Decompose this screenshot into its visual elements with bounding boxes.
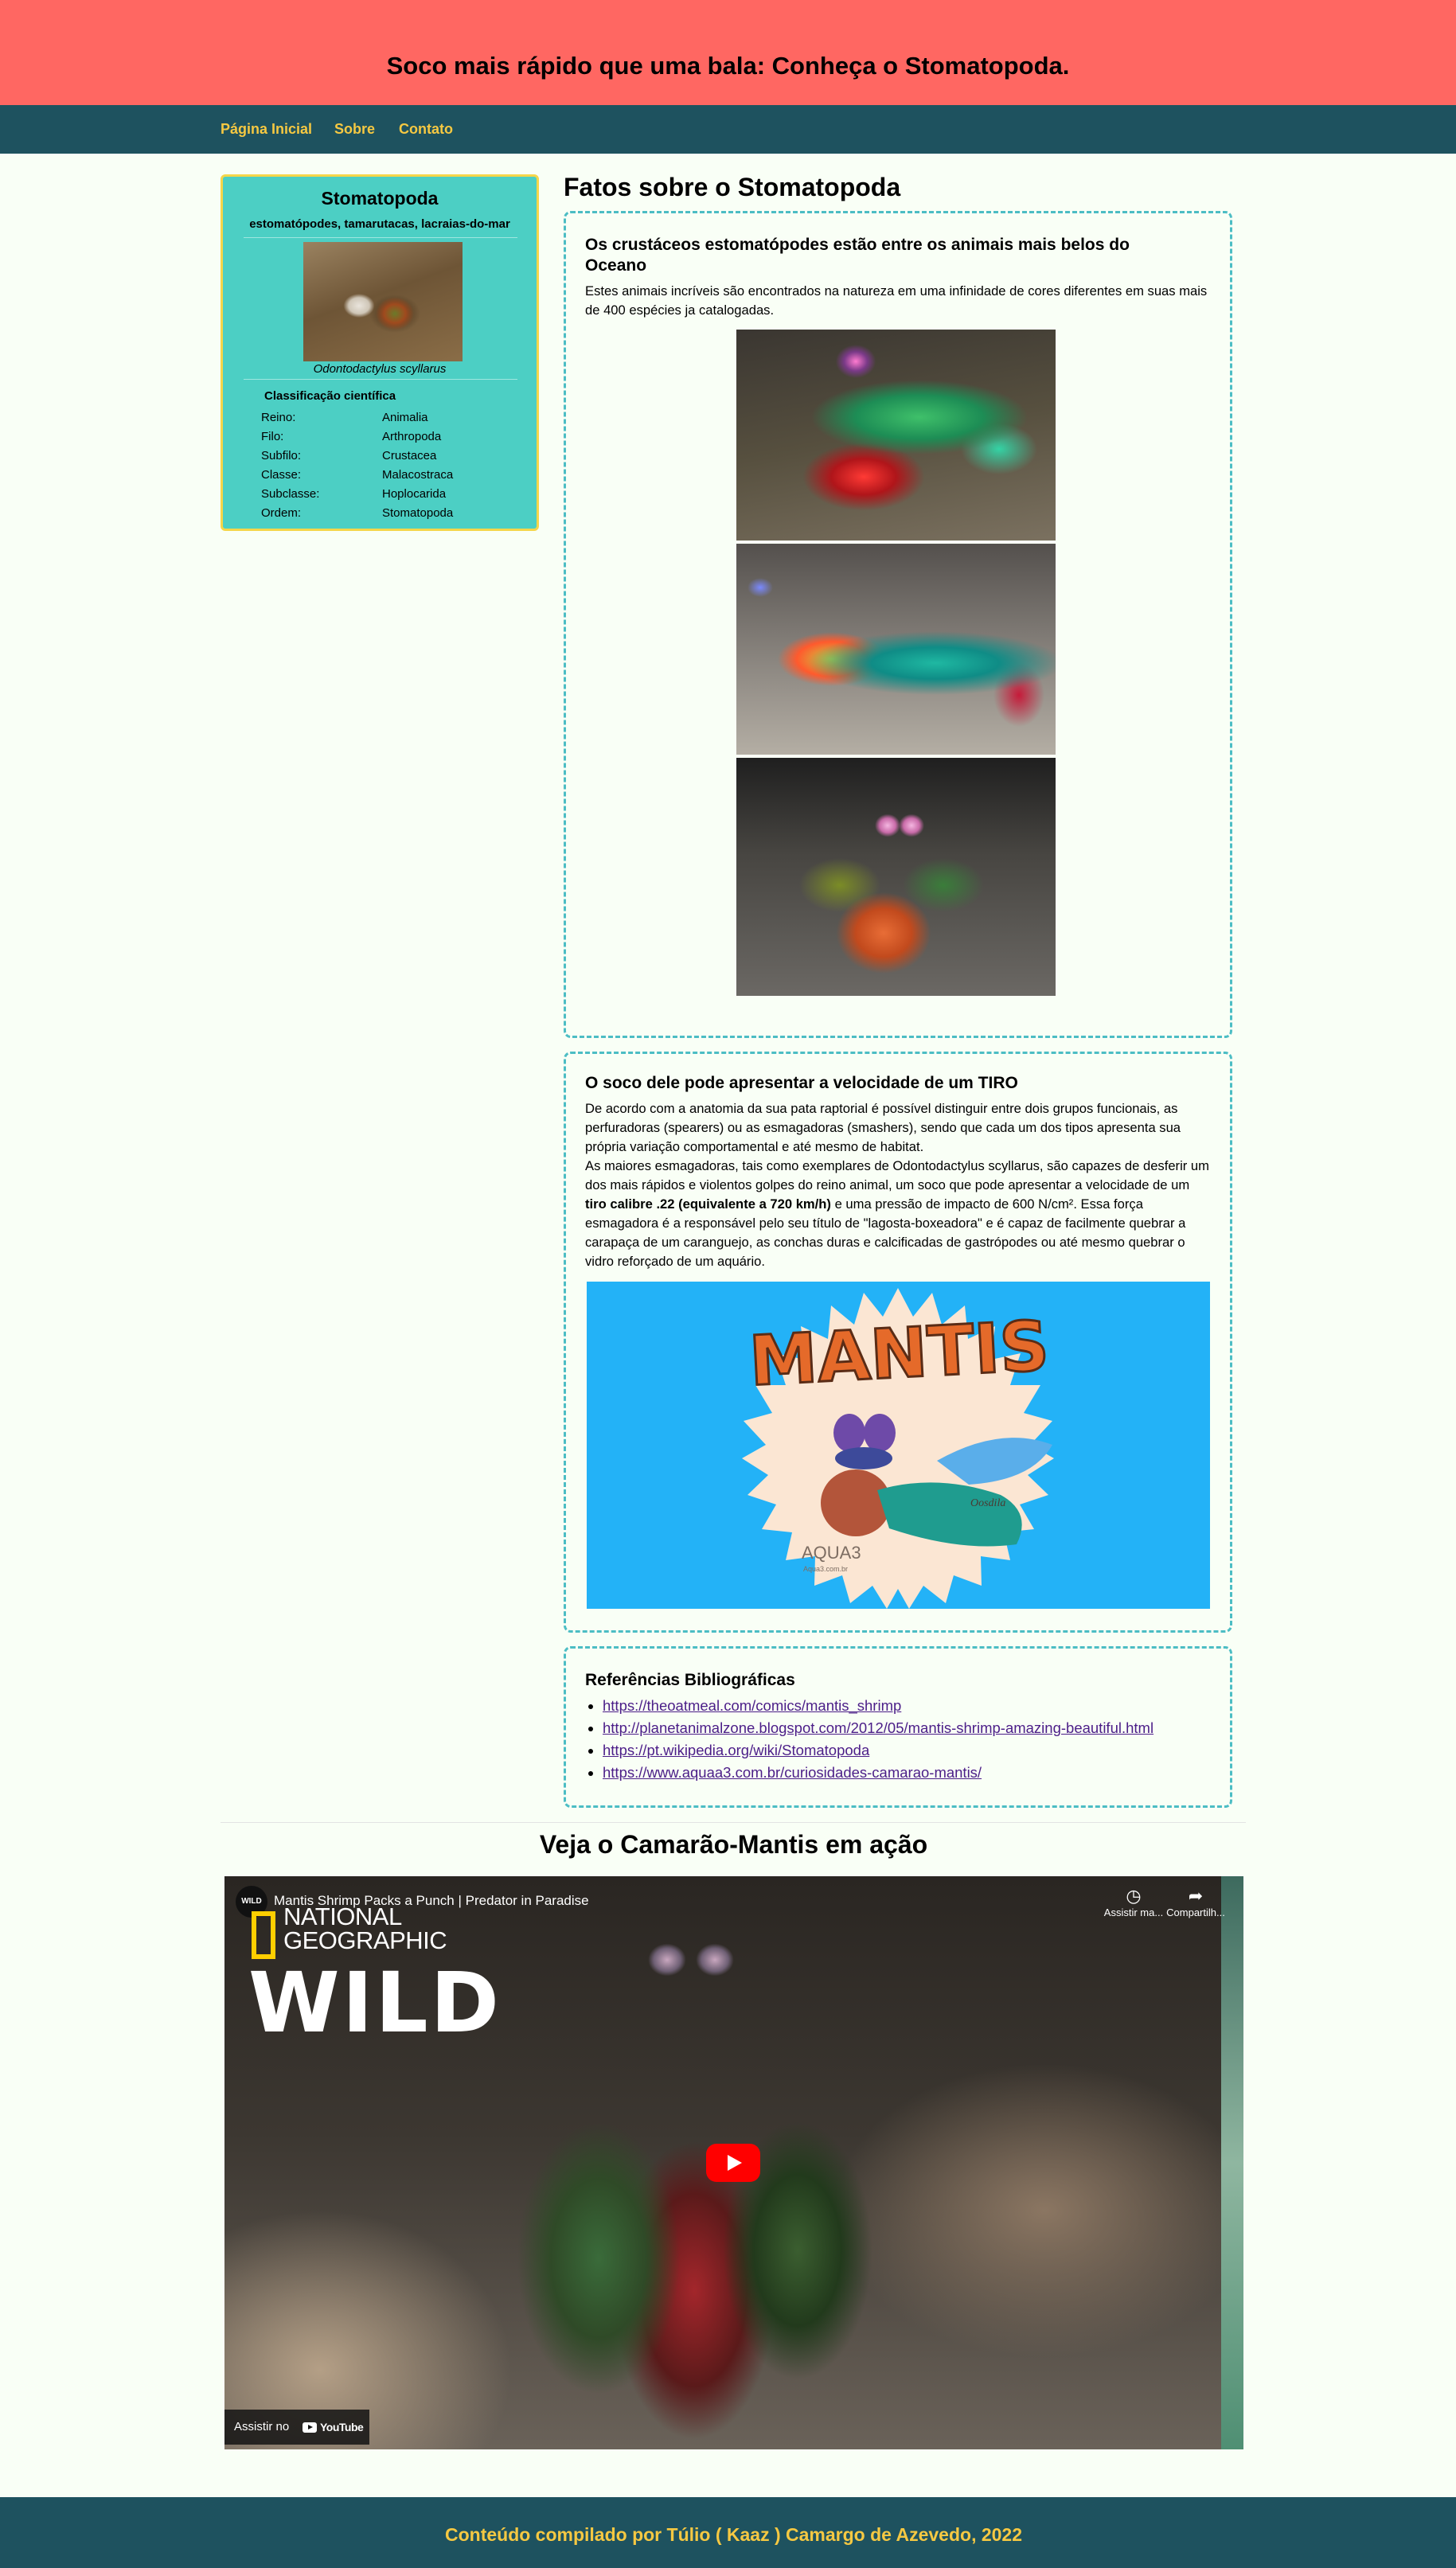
fact-card-text: Estes animais incríveis são encontrados … — [585, 283, 1208, 318]
video-edge-strip — [1221, 1876, 1243, 2449]
infobox-photo — [303, 242, 463, 361]
infobox-title: Stomatopoda — [321, 188, 439, 209]
infobox-divider — [244, 379, 517, 380]
nav-link-home[interactable]: Página Inicial — [221, 119, 312, 139]
footer-credit: Conteúdo compilado por Túlio ( Kaaz ) Ca… — [444, 2524, 1023, 2545]
mantis-shrimp-photo — [736, 330, 1056, 541]
national-geographic-logo-icon — [252, 1911, 275, 1959]
video-section-title: Veja o Camarão-Mantis em ação — [539, 1830, 928, 1859]
classification-label: Subfilo: — [261, 449, 302, 462]
share-button[interactable]: ➦ Compartilh... — [1156, 1886, 1235, 1918]
brand-line: NATIONAL — [283, 1903, 402, 1930]
play-button[interactable] — [706, 2144, 760, 2182]
classification-value: Animalia — [382, 411, 428, 424]
reference-link[interactable]: https://www.aquaa3.com.br/curiosidades-c… — [603, 1764, 982, 1781]
mantis-shrimp-photo — [736, 758, 1056, 996]
fact-card-text: De acordo com a anatomia da sua pata rap… — [585, 1101, 1181, 1154]
mantis-shrimp-photo — [736, 544, 1056, 755]
site-header: Soco mais rápido que uma bala: Conheça o… — [0, 0, 1456, 105]
site-footer: Conteúdo compilado por Túlio ( Kaaz ) Ca… — [0, 2497, 1456, 2568]
fact-highlight: tiro calibre .22 (equivalente a 720 km/h… — [585, 1196, 831, 1212]
illustration-eye — [864, 1414, 896, 1452]
main-nav: Página Inicial Sobre Contato — [0, 105, 1456, 154]
watch-on-label: Assistir no — [234, 2420, 290, 2433]
classification-value: Malacostraca — [382, 468, 454, 482]
mantis-illustration-art: MANTIS AQUA3 Aqua3.com.br Oosdila — [742, 1288, 1054, 1609]
illustration-brand: AQUA3 — [802, 1543, 861, 1563]
illustration-eye — [833, 1414, 865, 1452]
illustration-title: MANTIS — [748, 1306, 1051, 1402]
reference-item: https://theoatmeal.com/comics/mantis_shr… — [603, 1695, 1153, 1717]
illustration-signature: Oosdila — [970, 1497, 1005, 1509]
references-heading: Referências Bibliográficas — [585, 1671, 795, 1689]
nav-link-about[interactable]: Sobre — [334, 119, 375, 139]
brand-wild-text: WILD — [248, 1954, 502, 2051]
fact-card-heading: Os crustáceos estomatópodes estão entre … — [585, 236, 1130, 275]
references-list: https://theoatmeal.com/comics/mantis_shr… — [585, 1695, 1153, 1784]
illustration-head — [835, 1447, 892, 1469]
infobox-divider — [244, 237, 517, 238]
reference-link[interactable]: http://planetanimalzone.blogspot.com/201… — [603, 1719, 1153, 1736]
reference-item: https://www.aquaa3.com.br/curiosidades-c… — [603, 1762, 1153, 1784]
infobox-common-names: estomatópodes, tamarutacas, lacraias-do-… — [249, 217, 510, 231]
infobox-photo-caption: Odontodactylus scyllarus — [313, 362, 447, 376]
facts-section-title: Fatos sobre o Stomatopoda — [564, 173, 901, 201]
classification-label: Subclasse: — [261, 487, 320, 501]
classification-label: Reino: — [261, 411, 296, 424]
share-label: Compartilh... — [1166, 1906, 1225, 1918]
share-icon: ➦ — [1188, 1886, 1204, 1906]
classification-label: Classe: — [261, 468, 302, 482]
references-card: Referências Bibliográficas https://theoa… — [564, 1646, 1232, 1808]
brand-text: NATIONAL GEOGRAPHIC — [283, 1903, 447, 1954]
page-title: Soco mais rápido que uma bala: Conheça o… — [386, 52, 1070, 80]
taxonomy-infobox: Stomatopoda estomatópodes, tamarutacas, … — [221, 174, 539, 531]
mantis-illustration: MANTIS AQUA3 Aqua3.com.br Oosdila — [587, 1282, 1210, 1609]
watch-later-label: Assistir ma... — [1103, 1906, 1164, 1918]
classification-value: Crustacea — [382, 449, 437, 462]
classification-label: Filo: — [261, 430, 284, 443]
illustration-claw — [821, 1469, 891, 1536]
reference-item: http://planetanimalzone.blogspot.com/201… — [603, 1717, 1153, 1739]
illustration-brand-url: Aqua3.com.br — [803, 1565, 848, 1573]
classification-title: Classificação científica — [264, 389, 396, 403]
classification-value: Stomatopoda — [382, 506, 454, 520]
classification-value: Hoplocarida — [382, 487, 447, 501]
reference-link[interactable]: https://theoatmeal.com/comics/mantis_shr… — [603, 1697, 901, 1714]
fact-card-heading: O soco dele pode apresentar a velocidade… — [585, 1074, 1018, 1092]
watch-on-youtube-button[interactable]: Assistir no YouTube — [224, 2410, 369, 2445]
nav-link-contact[interactable]: Contato — [399, 119, 453, 139]
fact-text-part: As maiores esmagadoras, tais como exempl… — [585, 1158, 1209, 1192]
brand-line: GEOGRAPHIC — [283, 1926, 447, 1954]
classification-value: Arthropoda — [382, 430, 442, 443]
section-divider — [221, 1822, 1246, 1823]
reference-item: https://pt.wikipedia.org/wiki/Stomatopod… — [603, 1739, 1153, 1762]
fact-card-text: As maiores esmagadoras, tais como exempl… — [585, 1157, 1214, 1271]
youtube-wordmark: YouTube — [320, 2421, 364, 2433]
reference-link[interactable]: https://pt.wikipedia.org/wiki/Stomatopod… — [603, 1742, 869, 1758]
youtube-icon — [303, 2422, 317, 2433]
classification-label: Ordem: — [261, 506, 302, 520]
youtube-video-player[interactable]: WILD Mantis Shrimp Packs a Punch | Preda… — [224, 1876, 1243, 2449]
